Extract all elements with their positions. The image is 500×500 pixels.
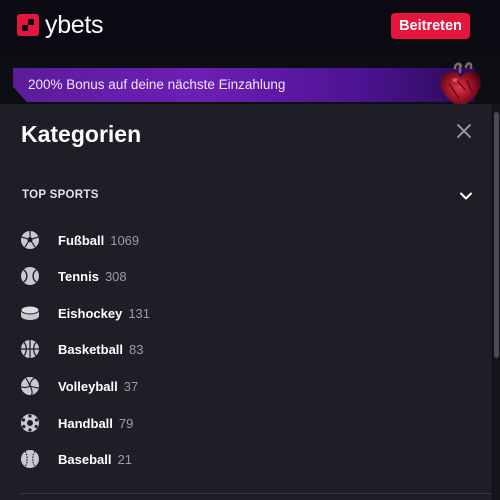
sport-name: Handball xyxy=(58,415,113,431)
sport-item-handball[interactable]: Handball 79 xyxy=(20,412,460,434)
sport-count: 1069 xyxy=(110,232,140,248)
close-icon[interactable] xyxy=(455,122,473,140)
sport-name: Volleyball xyxy=(58,378,118,394)
baseball-icon xyxy=(21,450,39,468)
sport-label: Basketball 83 xyxy=(58,342,144,357)
handball-icon xyxy=(21,414,39,432)
sport-label: Volleyball 37 xyxy=(58,379,138,394)
sport-item-baseball[interactable]: Baseball 21 xyxy=(20,448,460,470)
panel-title: Kategorien xyxy=(21,121,142,147)
logo-text: ybets xyxy=(45,11,104,39)
sport-label: Tennis 308 xyxy=(58,269,127,284)
sport-label: Fußball 1069 xyxy=(58,233,139,248)
soccer-ball-icon xyxy=(21,231,39,249)
sport-item-tennis[interactable]: Tennis 308 xyxy=(20,265,460,287)
hockey-puck-icon xyxy=(20,305,40,320)
sport-name: Tennis xyxy=(58,268,99,284)
chevron-down-icon[interactable] xyxy=(459,190,473,202)
promo-text: 200% Bonus auf deine nächste Einzahlung xyxy=(28,77,286,92)
join-button[interactable]: Beitreten xyxy=(391,13,470,39)
sport-item-football[interactable]: Fußball 1069 xyxy=(20,229,460,251)
sport-label: Handball 79 xyxy=(58,416,133,431)
sport-count: 83 xyxy=(129,341,144,357)
sport-name: Eishockey xyxy=(58,305,123,321)
top-sports-label[interactable]: TOP SPORTS xyxy=(22,189,99,201)
sport-count: 37 xyxy=(123,378,139,394)
logo-icon xyxy=(17,14,39,36)
basketball-icon xyxy=(21,340,39,358)
tennis-ball-icon xyxy=(21,267,39,285)
sport-item-volleyball[interactable]: Volleyball 37 xyxy=(20,375,460,397)
sport-label: Eishockey 131 xyxy=(58,306,150,321)
logo[interactable]: ybets xyxy=(17,11,104,39)
sport-count: 131 xyxy=(128,305,151,321)
volleyball-icon xyxy=(20,377,39,396)
scrollbar-thumb[interactable] xyxy=(494,112,499,358)
sport-item-basketball[interactable]: Basketball 83 xyxy=(20,338,460,360)
sport-count: 308 xyxy=(104,268,127,284)
sport-count: 79 xyxy=(118,415,134,431)
sport-count: 21 xyxy=(117,451,132,467)
sport-name: Fußball xyxy=(58,232,105,248)
sport-item-icehockey[interactable]: Eishockey 131 xyxy=(20,302,460,324)
divider xyxy=(19,493,492,494)
sport-name: Basketball xyxy=(58,341,124,357)
sport-name: Baseball xyxy=(58,451,112,467)
sport-label: Baseball 21 xyxy=(58,452,132,467)
